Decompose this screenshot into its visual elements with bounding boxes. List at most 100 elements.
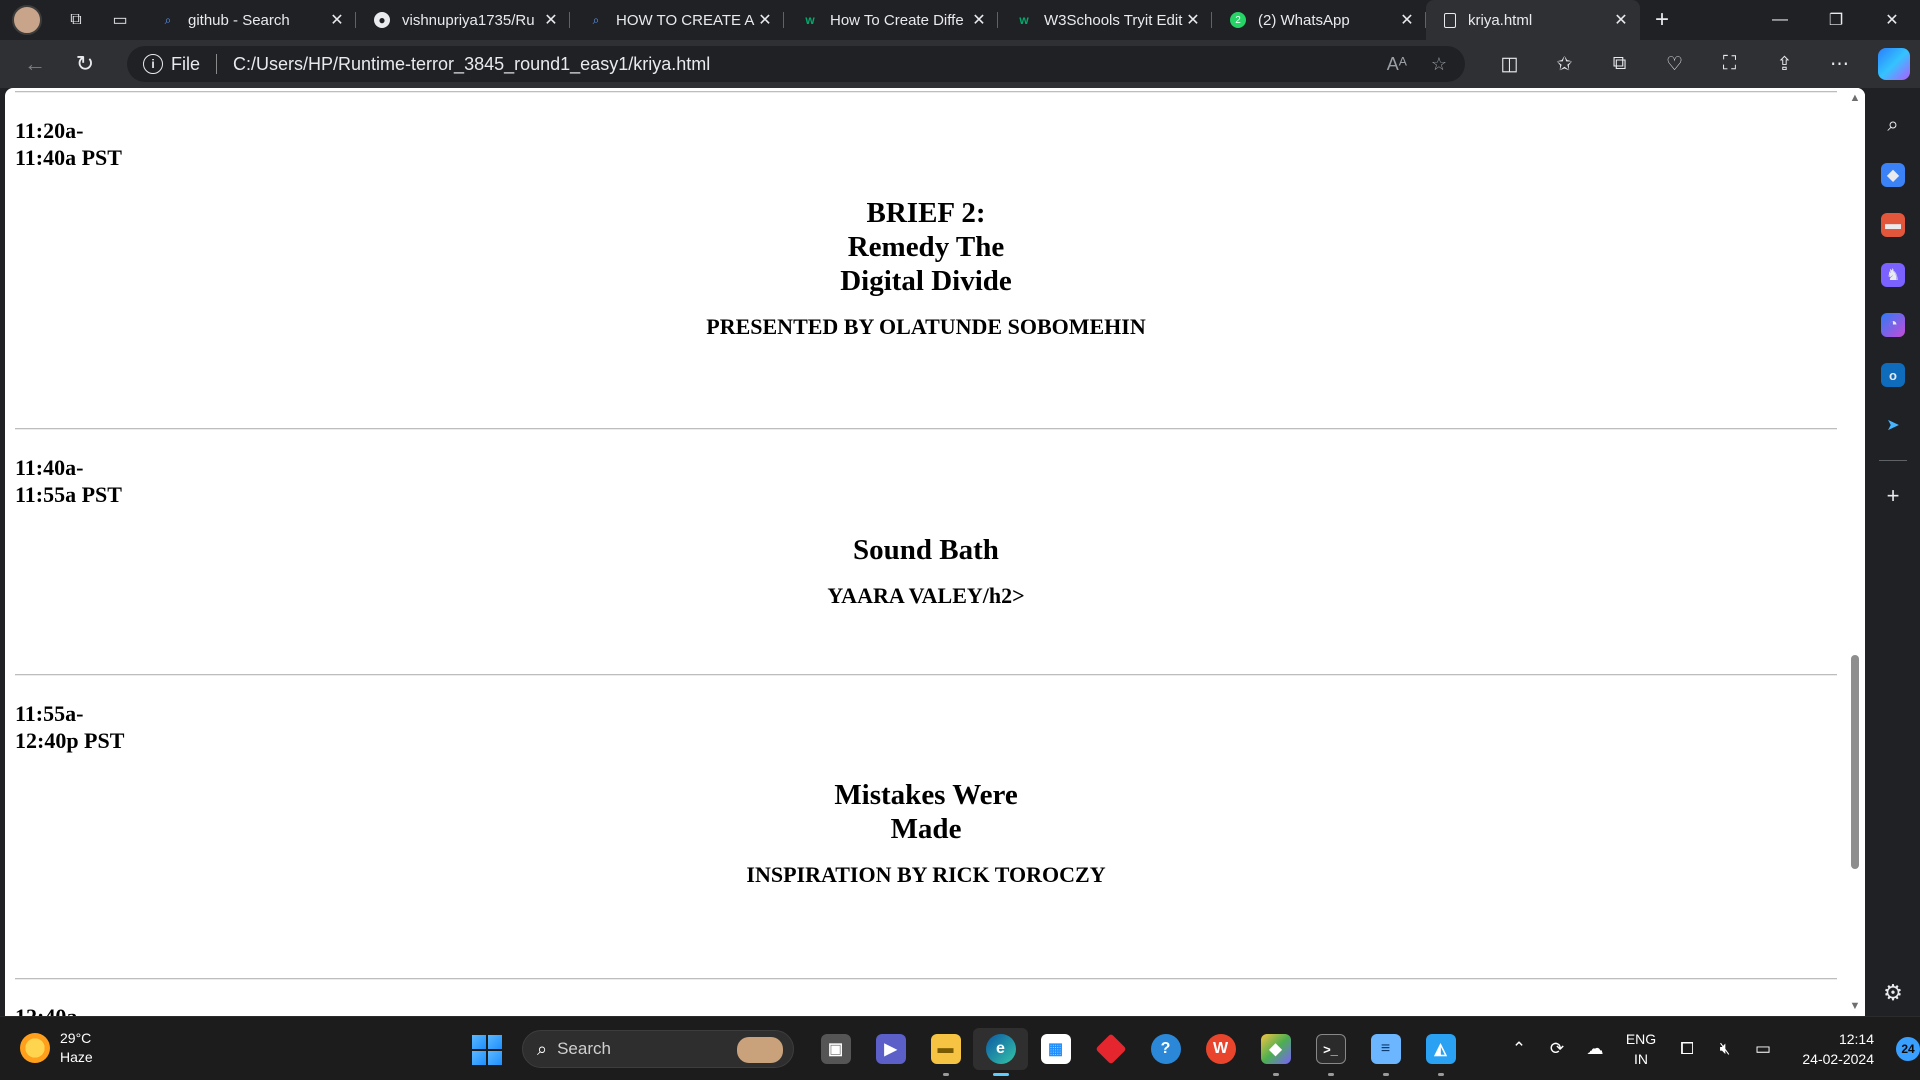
help-icon: ? [1150,1034,1181,1064]
edge-sidebar: ⌕ ◆ ▬ ♞ ◔ o ➤ + ⚙ [1866,88,1920,1016]
copilot-icon[interactable] [1878,48,1910,80]
terminal-app[interactable]: >_ [1303,1028,1358,1076]
add-sidebar-app-icon[interactable]: + [1881,483,1905,508]
git-app[interactable]: ◆ [1248,1028,1303,1076]
workspaces-icon[interactable]: ⧉ [54,0,98,40]
profile-button[interactable] [0,0,54,40]
session-time: 11:20a- 11:40a PST [15,117,122,171]
session-title: Sound Bath [853,534,999,566]
close-tab-icon[interactable]: ✕ [756,10,774,30]
session-time-end: 11:55a PST [15,482,122,507]
close-tab-icon[interactable]: ✕ [328,10,346,30]
tab-w3schools-tryit[interactable]: w W3Schools Tryit Edit ✕ [998,0,1212,40]
start-button[interactable] [472,1035,502,1065]
shopping-icon[interactable]: ◆ [1881,163,1905,187]
outlook-icon[interactable]: o [1881,363,1905,387]
close-tab-icon[interactable]: ✕ [1398,10,1416,30]
chevron-up-icon[interactable]: ⌃ [1500,1039,1538,1059]
close-tab-icon[interactable]: ✕ [1612,10,1630,30]
more-menu-icon[interactable]: ⋯ [1812,40,1867,88]
tab-title: (2) WhatsApp [1258,11,1350,29]
address-url[interactable]: C:/Users/HP/Runtime-terror_3845_round1_e… [233,54,710,75]
split-screen-icon[interactable]: ◫ [1482,40,1537,88]
tab-github-repo[interactable]: ● vishnupriya1735/Ru ✕ [356,0,570,40]
close-tab-icon[interactable]: ✕ [1184,10,1202,30]
minimize-icon[interactable]: — [1752,0,1808,40]
git-icon: ◆ [1260,1034,1291,1064]
tab-title: github - Search [188,11,290,29]
folder-icon: ▬ [930,1034,961,1064]
vertical-scrollbar[interactable]: ▲ ▼ [1845,88,1865,1016]
language-indicator[interactable]: ENG IN [1614,1029,1668,1069]
speaker-muted-icon[interactable]: 🔇︎ [1706,1039,1744,1059]
edge-app[interactable]: e [973,1028,1028,1076]
meet-app[interactable]: ▶ [863,1028,918,1070]
clock-time: 12:14 [1838,1031,1874,1047]
wps-icon: W [1205,1034,1236,1064]
session-time: 11:40a- 11:55a PST [15,454,122,508]
browser-essentials-icon[interactable]: ♡ [1647,40,1702,88]
back-button[interactable]: ← [10,40,60,88]
microsoft-365-icon[interactable]: ◔ [1881,313,1905,337]
battery-icon[interactable]: ▭ [1744,1039,1782,1059]
session-title: BRIEF 2: Remedy The Digital Divide [840,197,1012,297]
close-window-icon[interactable]: ✕ [1864,0,1920,40]
tab-github-search[interactable]: ⌕ github - Search ✕ [142,0,356,40]
tools-icon[interactable]: ▬ [1881,213,1905,237]
windows-taskbar: 29°C Haze ⌕ Search ▣ ▶ ▬ e ▦ ? W ◆ >_ ≡ … [0,1016,1920,1080]
whatsapp-icon: 2 [1230,12,1246,28]
taskbar-search[interactable]: ⌕ Search [522,1030,794,1068]
tab-whatsapp[interactable]: 2 (2) WhatsApp ✕ [1212,0,1426,40]
close-tab-icon[interactable]: ✕ [970,10,988,30]
tab-actions-icon[interactable]: ▭ [98,0,142,40]
restore-icon[interactable]: ❐ [1808,0,1864,40]
task-view-icon: ▣ [820,1034,851,1064]
tab-title: HOW TO CREATE A [616,11,755,29]
display-icon[interactable]: ⧠ [1668,1039,1706,1059]
tab-title: kriya.html [1468,11,1533,29]
search-highlight-image [737,1037,783,1063]
clock[interactable]: 12:14 24-02-2024 [1782,1029,1874,1069]
sidebar-settings-icon[interactable]: ⚙ [1883,980,1903,1006]
scroll-down-icon[interactable]: ▼ [1849,1000,1861,1012]
help-app[interactable]: ? [1138,1028,1193,1070]
close-tab-icon[interactable]: ✕ [542,10,560,30]
file-explorer-app[interactable]: ▬ [918,1028,973,1076]
new-tab-button[interactable]: + [1640,0,1684,40]
read-aloud-icon[interactable]: Aᴬ [1387,54,1407,75]
system-tray: ⌃ ⟳ ☁ ENG IN ⧠ 🔇︎ ▭ 12:14 24-02-2024 24 [1500,1017,1920,1080]
collections-icon[interactable]: ⧉ [1592,40,1647,88]
info-icon[interactable]: i [143,54,163,74]
photos-app[interactable]: ◭ [1413,1028,1468,1076]
store-app[interactable]: ▦ [1028,1028,1083,1070]
share-icon[interactable]: ⇪ [1757,40,1812,88]
address-bar[interactable]: i File C:/Users/HP/Runtime-terror_3845_r… [127,46,1465,82]
scrollbar-thumb[interactable] [1851,655,1859,869]
weather-haze-icon [20,1033,50,1063]
session-title: Mistakes Were Made [834,779,1018,845]
session-time-partial: 12:40a- [15,1003,85,1016]
weather-widget[interactable]: 29°C Haze [20,1029,93,1067]
tab-how-to-create[interactable]: ⌕ HOW TO CREATE A ✕ [570,0,784,40]
refresh-button[interactable]: ↻ [60,40,110,88]
cloud-icon[interactable]: ☁ [1576,1039,1614,1059]
task-view-button[interactable]: ▣ [808,1028,863,1070]
sync-icon[interactable]: ⟳ [1538,1039,1576,1059]
favorite-star-icon[interactable]: ☆ [1431,54,1447,75]
tab-kriya[interactable]: kriya.html ✕ [1426,0,1640,40]
notepad-app[interactable]: ≡ [1358,1028,1413,1076]
terminal-icon: >_ [1315,1034,1346,1064]
red-diamond-app[interactable] [1083,1028,1138,1070]
favorites-icon[interactable]: ✩ [1537,40,1592,88]
search-icon[interactable]: ⌕ [1881,113,1905,137]
wps-app[interactable]: W [1193,1028,1248,1070]
scroll-up-icon[interactable]: ▲ [1849,92,1861,104]
weather-description: Haze [60,1049,93,1065]
tab-strip: ⧉ ▭ ⌕ github - Search ✕ ● vishnupriya173… [0,0,1920,40]
tab-how-to-create-different[interactable]: w How To Create Diffe ✕ [784,0,998,40]
games-icon[interactable]: ♞ [1881,263,1905,287]
notification-badge[interactable]: 24 [1896,1037,1920,1061]
drop-icon[interactable]: ➤ [1881,413,1905,437]
divider [15,91,1837,93]
screenshot-icon[interactable]: ⛶ [1702,40,1757,88]
